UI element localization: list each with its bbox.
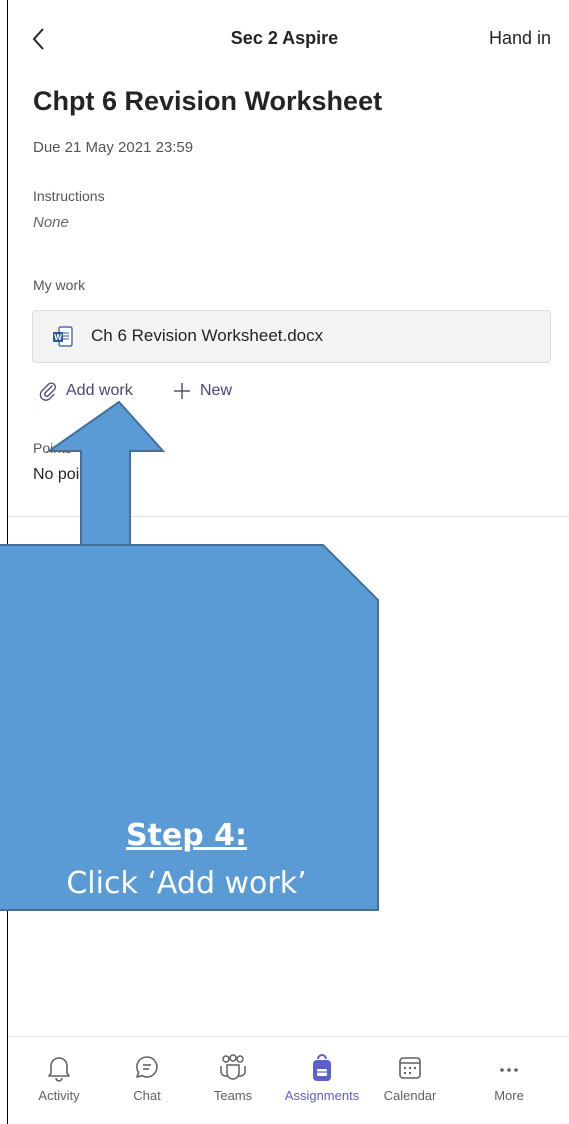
- assignment-screen: Sec 2 Aspire Hand in Chpt 6 Revision Wor…: [0, 0, 569, 1124]
- file-name: Ch 6 Revision Worksheet.docx: [91, 326, 324, 345]
- assignment-title: Chpt 6 Revision Worksheet: [33, 86, 383, 116]
- word-file-icon: W: [53, 326, 73, 347]
- hand-in-button[interactable]: Hand in: [489, 28, 551, 49]
- nav-item-calendar[interactable]: Calendar: [360, 1036, 460, 1124]
- callout-text: Step 4: Click ‘Add work’ to upload a doc…: [0, 812, 413, 1052]
- my-work-label: My work: [33, 277, 86, 293]
- nav-label-more: More: [494, 1088, 524, 1103]
- svg-text:W: W: [54, 333, 62, 342]
- paperclip-icon: [39, 382, 56, 401]
- section-divider: [8, 516, 569, 517]
- points-value: No points: [33, 466, 101, 483]
- more-icon: [500, 1068, 518, 1072]
- chat-icon: [136, 1056, 158, 1078]
- nav-item-activity[interactable]: Activity: [9, 1036, 109, 1124]
- new-label: New: [200, 382, 233, 399]
- teams-icon: [220, 1054, 246, 1080]
- attached-file[interactable]: W Ch 6 Revision Worksheet.docx: [32, 310, 551, 363]
- bell-icon: [48, 1057, 70, 1082]
- points-label: Points: [33, 440, 72, 456]
- due-date: Due 21 May 2021 23:59: [33, 139, 194, 156]
- callout-line-1: Click ‘Add work’: [66, 866, 307, 901]
- nav-label-assignments: Assignments: [284, 1088, 360, 1103]
- nav-label-chat: Chat: [133, 1088, 161, 1103]
- backpack-icon: [313, 1054, 331, 1081]
- add-work-button[interactable]: Add work: [38, 381, 133, 401]
- calendar-icon: [399, 1057, 421, 1079]
- nav-label-calendar: Calendar: [383, 1088, 437, 1103]
- plus-icon: [174, 383, 190, 399]
- nav-item-more[interactable]: More: [459, 1036, 559, 1124]
- nav-label-activity: Activity: [38, 1088, 80, 1103]
- add-work-label: Add work: [66, 382, 133, 399]
- nav-item-teams[interactable]: Teams: [183, 1036, 283, 1124]
- nav-label-teams: Teams: [213, 1088, 253, 1103]
- callout-line-2: to upload a: [101, 914, 272, 949]
- instructions-value: None: [33, 214, 69, 231]
- callout-line-3: document/photo: [62, 962, 311, 997]
- team-title: Sec 2 Aspire: [230, 28, 339, 48]
- nav-item-assignments[interactable]: Assignments: [272, 1036, 372, 1124]
- bottom-nav: Activity Chat Teams Assignments Calendar…: [0, 1036, 569, 1124]
- instructions-label: Instructions: [33, 188, 105, 204]
- callout-heading: Step 4:: [125, 818, 248, 853]
- nav-item-chat[interactable]: Chat: [97, 1036, 197, 1124]
- new-button[interactable]: New: [172, 381, 232, 401]
